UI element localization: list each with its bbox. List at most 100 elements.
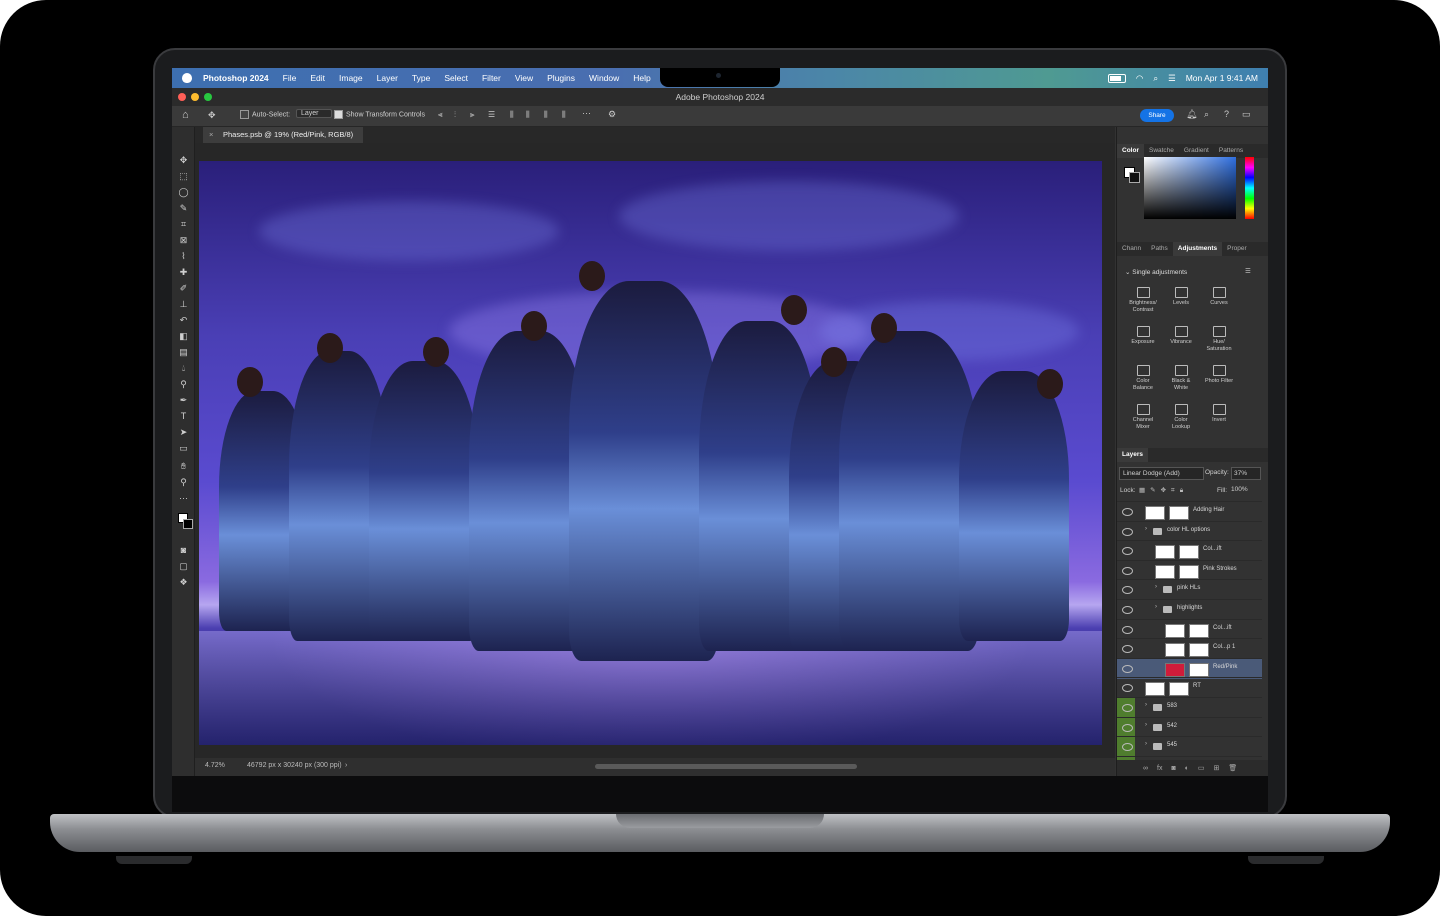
visibility-eye-icon[interactable]: [1122, 606, 1133, 614]
adjustment-black-white[interactable]: Black & White: [1161, 365, 1201, 392]
visibility-eye-icon[interactable]: [1122, 547, 1133, 556]
trash-icon[interactable]: 🗑︎: [1228, 764, 1237, 772]
menu-window[interactable]: Window: [582, 73, 626, 83]
battery-icon[interactable]: [1107, 73, 1126, 83]
marquee-tool-icon[interactable]: ⬚: [178, 171, 189, 182]
adjustment-levels[interactable]: Levels: [1161, 287, 1201, 307]
layer-row[interactable]: Adding Hair: [1117, 501, 1262, 522]
menu-help[interactable]: Help: [626, 73, 657, 83]
background-color-chip[interactable]: [1129, 172, 1140, 183]
fx-icon[interactable]: fx: [1157, 765, 1162, 772]
adjustment-color-balance[interactable]: Color Balance: [1123, 365, 1163, 392]
new-group-icon[interactable]: ▭: [1198, 764, 1205, 772]
link-layers-icon[interactable]: ∞: [1143, 765, 1148, 772]
pen-tool-icon[interactable]: ✒: [178, 395, 189, 406]
gear-icon[interactable]: ⚙: [608, 109, 616, 120]
visibility-eye-icon[interactable]: [1122, 527, 1133, 536]
layer-row[interactable]: › 583: [1117, 697, 1262, 718]
layer-mask-thumbnail[interactable]: [1189, 623, 1209, 638]
distribute-icon[interactable]: ⫼: [510, 110, 514, 120]
brush-tool-icon[interactable]: ✐: [178, 283, 189, 294]
expand-chevron-icon[interactable]: ›: [1155, 584, 1157, 590]
menu-plugins[interactable]: Plugins: [540, 73, 582, 83]
layer-name[interactable]: Col...p 1: [1213, 644, 1235, 650]
align-center-icon[interactable]: ⫶: [454, 110, 456, 120]
adjustment-brightness-contrast[interactable]: Brightness/ Contrast: [1123, 287, 1163, 314]
expand-chevron-icon[interactable]: ›: [1145, 722, 1147, 728]
clone-stamp-icon[interactable]: ⊥: [178, 299, 189, 310]
hand-tool-icon[interactable]: ✋︎: [178, 461, 189, 472]
tab-layers[interactable]: Layers: [1117, 448, 1148, 462]
layer-row[interactable]: › color HL options: [1117, 520, 1262, 542]
tab-gradient[interactable]: Gradient: [1179, 144, 1214, 158]
layer-row[interactable]: › highlights: [1117, 599, 1262, 620]
move-tool-icon[interactable]: ✥: [178, 155, 189, 166]
layer-row[interactable]: › 542: [1117, 716, 1262, 738]
adjustment-color-lookup[interactable]: Color Lookup: [1161, 404, 1201, 431]
add-mask-icon[interactable]: ◙: [1171, 765, 1175, 772]
adjustment-curves[interactable]: Curves: [1199, 287, 1239, 307]
gradient-tool-icon[interactable]: ▤: [178, 347, 189, 358]
lasso-tool-icon[interactable]: ◯: [178, 187, 189, 198]
menu-edit[interactable]: Edit: [303, 73, 332, 83]
screen-mode-icon[interactable]: ▢: [178, 561, 189, 572]
menu-select[interactable]: Select: [437, 73, 475, 83]
more-tools-icon[interactable]: ···: [178, 493, 189, 504]
show-transform-checkbox[interactable]: [334, 110, 343, 119]
search-icon[interactable]: ⌕: [1204, 109, 1209, 120]
tab-paths[interactable]: Paths: [1146, 242, 1173, 256]
layer-row[interactable]: Col...ift: [1117, 618, 1262, 640]
expand-chevron-icon[interactable]: ›: [1145, 741, 1147, 747]
more-options-icon[interactable]: ···: [582, 108, 591, 118]
auto-select-dropdown[interactable]: Layer: [296, 109, 332, 118]
visibility-eye-icon[interactable]: [1122, 664, 1133, 673]
search-icon[interactable]: ⌕: [1153, 73, 1158, 84]
extras-icon[interactable]: ❖: [178, 577, 189, 588]
layer-name[interactable]: Pink Strokes: [1203, 566, 1237, 572]
visibility-eye-icon[interactable]: [1122, 704, 1133, 712]
new-adjustment-icon[interactable]: ◐: [1185, 765, 1189, 772]
adjustment-photo-filter[interactable]: Photo Filter: [1199, 365, 1239, 385]
layer-mask-thumbnail[interactable]: [1179, 545, 1199, 560]
adjustment-exposure[interactable]: Exposure: [1123, 326, 1163, 346]
bell-icon[interactable]: 🔔︎: [1186, 109, 1197, 120]
app-menu[interactable]: Photoshop 2024: [196, 73, 276, 83]
lock-icons[interactable]: ▦✎✥⌗🔒︎: [1139, 486, 1188, 495]
menu-file[interactable]: File: [276, 73, 304, 83]
section-single-adjustments[interactable]: ⌄ Single adjustments: [1125, 268, 1187, 276]
type-tool-icon[interactable]: T: [178, 411, 189, 422]
document-tab[interactable]: × Phases.psb @ 19% (Red/Pink, RGB/8): [203, 127, 364, 143]
frame-tool-icon[interactable]: ⊠: [178, 235, 189, 246]
rectangle-tool-icon[interactable]: ▭: [178, 443, 189, 454]
control-center-icon[interactable]: ☰: [1168, 73, 1176, 84]
layer-mask-thumbnail[interactable]: [1189, 662, 1209, 677]
opacity-field[interactable]: 37%: [1231, 467, 1261, 480]
healing-brush-icon[interactable]: ✚: [178, 267, 189, 278]
blur-tool-icon[interactable]: 💧︎: [178, 363, 189, 374]
menu-image[interactable]: Image: [332, 73, 370, 83]
layer-name[interactable]: highlights: [1177, 605, 1202, 611]
layer-row[interactable]: RT: [1117, 677, 1262, 698]
visibility-eye-icon[interactable]: [1122, 508, 1133, 516]
layer-row[interactable]: › 545: [1117, 736, 1262, 758]
layer-name[interactable]: Col...ift: [1213, 625, 1232, 631]
dodge-tool-icon[interactable]: ⚲: [178, 379, 189, 390]
zoom-level[interactable]: 4.72%: [205, 762, 225, 769]
layer-name[interactable]: 545: [1167, 742, 1177, 748]
layer-row[interactable]: Col...ift: [1117, 540, 1262, 561]
list-view-icon[interactable]: ☰: [1245, 267, 1251, 275]
quick-mask-icon[interactable]: ◙: [178, 545, 189, 556]
align-top-icon[interactable]: ☰: [488, 110, 495, 119]
expand-chevron-icon[interactable]: ›: [1145, 702, 1147, 708]
workspace-icon[interactable]: ▭: [1242, 109, 1251, 120]
auto-select-checkbox[interactable]: [240, 110, 249, 119]
layer-mask-thumbnail[interactable]: [1169, 682, 1189, 697]
layer-name[interactable]: Adding Hair: [1193, 507, 1224, 513]
minimize-window-button[interactable]: [191, 93, 199, 101]
menu-layer[interactable]: Layer: [370, 73, 405, 83]
document-canvas-image[interactable]: [199, 161, 1102, 745]
distribute-space-icon[interactable]: ⫼: [562, 110, 566, 120]
layer-row[interactable]: › pink HLs: [1117, 579, 1262, 600]
layer-row[interactable]: Red/Pink: [1117, 657, 1262, 679]
wifi-icon[interactable]: ◠: [1136, 73, 1143, 84]
